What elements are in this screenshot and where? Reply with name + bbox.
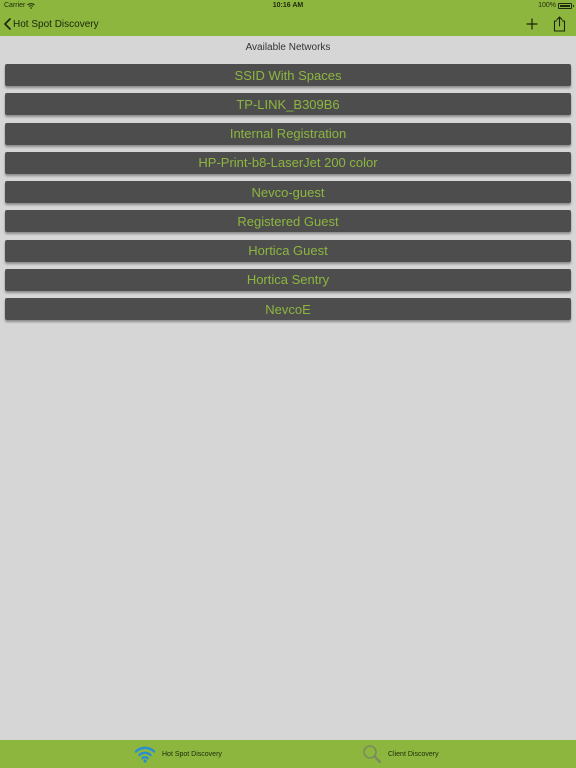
wifi-icon bbox=[134, 746, 156, 763]
status-time: 10:16 AM bbox=[272, 2, 304, 9]
battery-indicator: 100% bbox=[538, 2, 574, 9]
tab-label: Hot Spot Discovery bbox=[162, 750, 222, 758]
network-button[interactable]: NevcoE bbox=[5, 298, 571, 320]
share-icon bbox=[553, 16, 565, 32]
tab-hot-spot-discovery[interactable]: Hot Spot Discovery bbox=[134, 740, 222, 768]
battery-percent: 100% bbox=[538, 2, 556, 9]
network-button[interactable]: Nevco-guest bbox=[5, 181, 571, 203]
status-bar: Carrier 10:16 AM 100% bbox=[0, 0, 576, 12]
list-heading: Available Networks bbox=[245, 42, 331, 53]
plus-icon bbox=[526, 18, 538, 30]
navigation-bar: Hot Spot Discovery bbox=[0, 12, 576, 36]
network-button[interactable]: TP-LINK_B309B6 bbox=[5, 93, 571, 116]
network-button[interactable]: Hortica Sentry bbox=[5, 268, 571, 291]
chevron-left-icon bbox=[4, 18, 11, 30]
battery-icon bbox=[558, 2, 574, 9]
back-button-label: Hot Spot Discovery bbox=[13, 18, 99, 30]
network-button[interactable]: Internal Registration bbox=[5, 122, 571, 145]
tab-bar: Hot Spot Discovery Client Discovery bbox=[0, 740, 576, 768]
network-list: SSID With Spaces TP-LINK_B309B6 Internal… bbox=[5, 64, 571, 327]
tab-label: Client Discovery bbox=[388, 750, 439, 758]
add-button[interactable] bbox=[522, 14, 542, 34]
network-button[interactable]: Registered Guest bbox=[5, 210, 571, 233]
tab-client-discovery[interactable]: Client Discovery bbox=[362, 740, 439, 768]
back-button[interactable]: Hot Spot Discovery bbox=[4, 14, 99, 34]
network-button[interactable]: Hortica Guest bbox=[5, 239, 571, 262]
share-button[interactable] bbox=[549, 14, 569, 34]
network-button[interactable]: SSID With Spaces bbox=[5, 64, 571, 86]
network-button[interactable]: HP-Print-b8-LaserJet 200 color bbox=[5, 151, 571, 174]
top-bar: Carrier 10:16 AM 100% Hot Spot Discovery bbox=[0, 0, 576, 36]
magnifier-icon bbox=[363, 745, 382, 764]
